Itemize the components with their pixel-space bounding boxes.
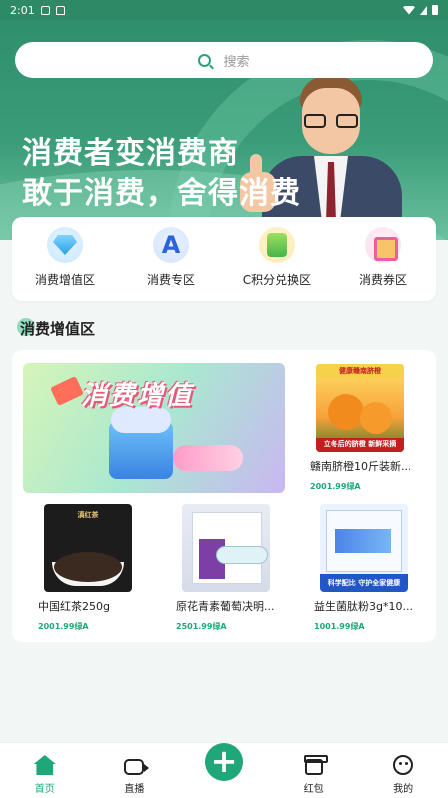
product-image-text: 滇红茶 bbox=[77, 511, 99, 519]
product-image bbox=[182, 504, 270, 592]
nav-label: 我的 bbox=[393, 784, 414, 795]
product-panel: 消费增值 健康赣南脐橙 立冬后的脐橙 新鲜采摘 赣南脐橙10斤装新... 200… bbox=[12, 350, 436, 642]
value-added-banner[interactable]: 消费增值 bbox=[23, 363, 285, 493]
product-image: 滇红茶 bbox=[44, 504, 132, 592]
category-value-added[interactable]: 消费增值区 bbox=[12, 217, 118, 301]
category-exclusive[interactable]: A 消费专区 bbox=[118, 217, 224, 301]
search-icon bbox=[198, 53, 212, 67]
category-label: C积分兑换区 bbox=[242, 273, 312, 287]
nav-publish[interactable]: + bbox=[179, 743, 269, 798]
home-icon bbox=[33, 755, 56, 775]
nav-home[interactable]: 首页 bbox=[0, 743, 90, 798]
status-time: 2:01 bbox=[10, 3, 35, 17]
battery-icon bbox=[432, 5, 438, 15]
video-icon bbox=[124, 759, 150, 775]
letter-a-icon: A bbox=[153, 227, 189, 263]
category-points-exchange[interactable]: C积分兑换区 bbox=[224, 217, 330, 301]
gift-icon bbox=[365, 227, 401, 263]
wifi-icon bbox=[403, 5, 415, 15]
category-label: 消费专区 bbox=[146, 273, 195, 287]
nav-label: 红包 bbox=[303, 784, 324, 795]
hero-slogan-line2: 敢于消费，舍得消费 bbox=[22, 176, 301, 211]
notification-icon bbox=[40, 5, 50, 15]
businessman-mascot bbox=[238, 76, 408, 240]
gift-icon bbox=[303, 755, 328, 775]
product-name: 中国红茶250g bbox=[38, 600, 110, 613]
plus-icon[interactable]: + bbox=[204, 743, 243, 781]
product-price: 2001.99绿A bbox=[310, 482, 361, 491]
product-name: 益生菌肽粉3g*10... bbox=[314, 600, 413, 613]
product-image: 健康赣南脐橙 立冬后的脐橙 新鲜采摘 bbox=[316, 364, 404, 452]
product-image: 科学配比 守护全家健康 bbox=[320, 504, 408, 592]
product-image-text: 健康赣南脐橙 bbox=[339, 367, 381, 375]
product-name: 原花青素葡萄决明... bbox=[176, 600, 275, 613]
category-card: 消费增值区 A 消费专区 C积分兑换区 消费券区 bbox=[12, 217, 436, 301]
product-price: 2501.99绿A bbox=[176, 622, 227, 631]
coin-icon bbox=[259, 227, 295, 263]
android-icon bbox=[55, 5, 65, 15]
product-card[interactable]: 科学配比 守护全家健康 益生菌肽粉3g*10... 1001.99绿A bbox=[314, 504, 414, 632]
status-bar: 2:01 bbox=[0, 0, 448, 20]
hero-banner: 搜索 消费者变消费商 敢于消费，舍得消费 bbox=[0, 20, 448, 240]
signal-icon bbox=[420, 5, 427, 15]
product-card[interactable]: 滇红茶 中国红茶250g 2001.99绿A bbox=[38, 504, 138, 632]
smile-icon bbox=[393, 755, 414, 775]
nav-red-packet[interactable]: 红包 bbox=[269, 743, 359, 798]
banner-decoration bbox=[173, 445, 243, 471]
product-price: 1001.99绿A bbox=[314, 622, 365, 631]
banner-decoration bbox=[50, 376, 84, 406]
gem-icon bbox=[47, 227, 83, 263]
product-card[interactable]: 原花青素葡萄决明... 2501.99绿A bbox=[176, 504, 276, 632]
product-image-text: 科学配比 守护全家健康 bbox=[327, 579, 401, 587]
product-price: 2001.99绿A bbox=[38, 622, 89, 631]
section-title: 消费增值区 bbox=[20, 320, 96, 338]
product-name: 赣南脐橙10斤装新... bbox=[310, 460, 410, 473]
product-image-text: 立冬后的脐橙 新鲜采摘 bbox=[323, 440, 397, 448]
search-input[interactable]: 搜索 bbox=[15, 42, 433, 78]
search-placeholder: 搜索 bbox=[223, 54, 250, 70]
category-label: 消费增值区 bbox=[34, 273, 95, 287]
product-card[interactable]: 健康赣南脐橙 立冬后的脐橙 新鲜采摘 赣南脐橙10斤装新... 2001.99绿… bbox=[310, 364, 410, 492]
hero-slogan-line1: 消费者变消费商 bbox=[22, 136, 239, 171]
category-label: 消费券区 bbox=[358, 273, 407, 287]
nav-mine[interactable]: 我的 bbox=[358, 743, 448, 798]
nav-label: 首页 bbox=[34, 784, 55, 795]
nav-label: 直播 bbox=[124, 784, 145, 795]
bottom-nav: 首页 直播 + 红包 我的 bbox=[0, 742, 448, 798]
banner-title: 消费增值 bbox=[81, 381, 194, 411]
nav-live[interactable]: 直播 bbox=[90, 743, 180, 798]
category-coupons[interactable]: 消费券区 bbox=[330, 217, 436, 301]
